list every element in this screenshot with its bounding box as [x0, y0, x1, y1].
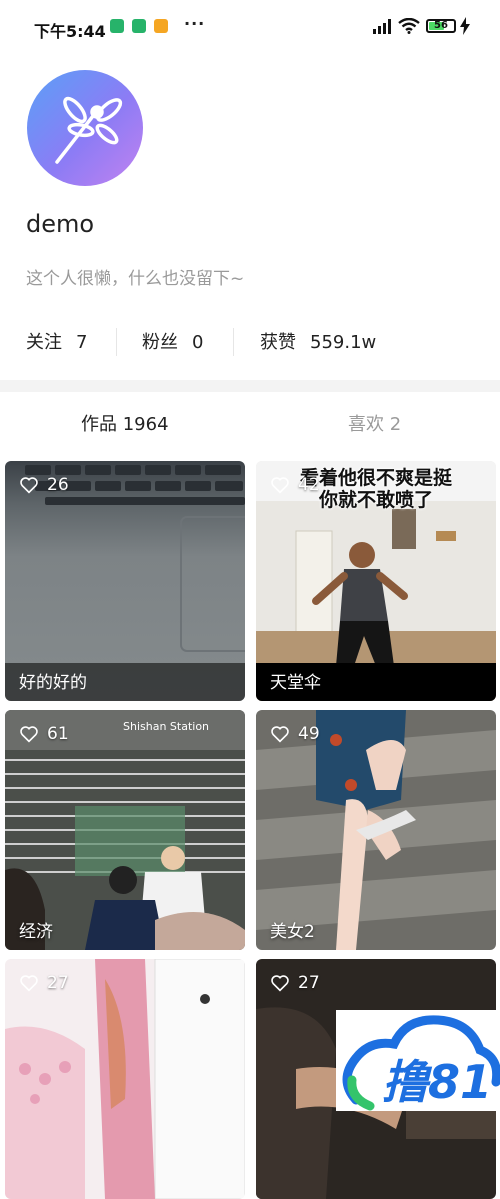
battery-percent: 56	[434, 20, 448, 31]
video-title: 经济	[19, 922, 53, 942]
profile-stats: 关注 7 粉丝 0 获赞 559.1w	[26, 328, 486, 358]
video-thumbnail	[5, 959, 245, 1199]
stat-value: 0	[192, 332, 204, 353]
stat-value: 7	[76, 332, 88, 353]
more-notifications-icon: ···	[184, 14, 206, 33]
divider	[233, 328, 234, 356]
cloud-logo-icon: 撸81	[342, 1015, 500, 1111]
avatar[interactable]	[27, 70, 143, 186]
like-count-value: 42	[298, 475, 320, 495]
heart-icon	[20, 726, 38, 743]
stat-label: 关注	[26, 332, 62, 353]
video-card[interactable]: 27	[5, 959, 245, 1199]
video-card[interactable]: 49 美女2	[256, 710, 496, 950]
like-count-value: 49	[298, 724, 320, 744]
shield-notification-icon	[132, 19, 146, 33]
like-count-value: 27	[298, 973, 320, 993]
divider	[116, 328, 117, 356]
like-count-value: 61	[47, 724, 69, 744]
heart-icon	[20, 975, 38, 992]
heart-icon	[271, 477, 289, 494]
video-card[interactable]: 26 好的好的	[5, 461, 245, 701]
heart-icon	[20, 477, 38, 494]
like-count: 27	[19, 973, 69, 993]
video-title: 好的好的	[19, 673, 87, 693]
like-count: 42	[270, 475, 320, 495]
heart-icon	[271, 726, 289, 743]
section-divider	[0, 380, 500, 392]
video-title: 天堂伞	[270, 673, 321, 693]
status-bar: 下午5:44 ··· 56	[0, 0, 500, 56]
stat-label: 粉丝	[142, 332, 178, 353]
bio-text: 这个人很懒，什么也没留下~	[26, 269, 245, 289]
video-thumbnail	[256, 710, 496, 950]
status-time: 下午5:44	[34, 22, 106, 41]
charging-icon	[460, 17, 470, 35]
shield-notification-icon	[110, 19, 124, 33]
video-card[interactable]: Shishan Station 61 经济	[5, 710, 245, 950]
like-count: 49	[270, 724, 320, 744]
watermark-text: 撸81	[382, 1055, 492, 1109]
message-notification-icon	[154, 19, 168, 33]
dragonfly-logo-icon	[55, 96, 123, 164]
heart-icon	[271, 975, 289, 992]
battery-icon: 56	[426, 19, 456, 33]
like-count-value: 27	[47, 973, 69, 993]
stat-label: 获赞	[260, 332, 296, 353]
like-count: 26	[19, 475, 69, 495]
tab-likes[interactable]: 喜欢 2	[348, 410, 401, 436]
like-count: 61	[19, 724, 69, 744]
watermark-logo: 撸81	[336, 1010, 500, 1111]
video-card[interactable]: 看着他很不爽是挺 你就不敢喷了 42 天堂伞	[256, 461, 496, 701]
stat-likes-received: 获赞 559.1w	[260, 328, 376, 354]
video-thumbnail	[5, 710, 245, 950]
station-sign: Shishan Station	[123, 720, 210, 733]
like-count-value: 26	[47, 475, 69, 495]
signal-icon	[373, 19, 391, 34]
wifi-icon	[398, 18, 420, 34]
video-title: 美女2	[270, 922, 315, 942]
stat-value: 559.1w	[310, 332, 377, 353]
tab-works[interactable]: 作品 1964	[81, 410, 169, 436]
username: demo	[26, 210, 95, 238]
like-count: 27	[270, 973, 320, 993]
stat-followers[interactable]: 粉丝 0	[142, 328, 203, 354]
stat-following[interactable]: 关注 7	[26, 328, 87, 354]
